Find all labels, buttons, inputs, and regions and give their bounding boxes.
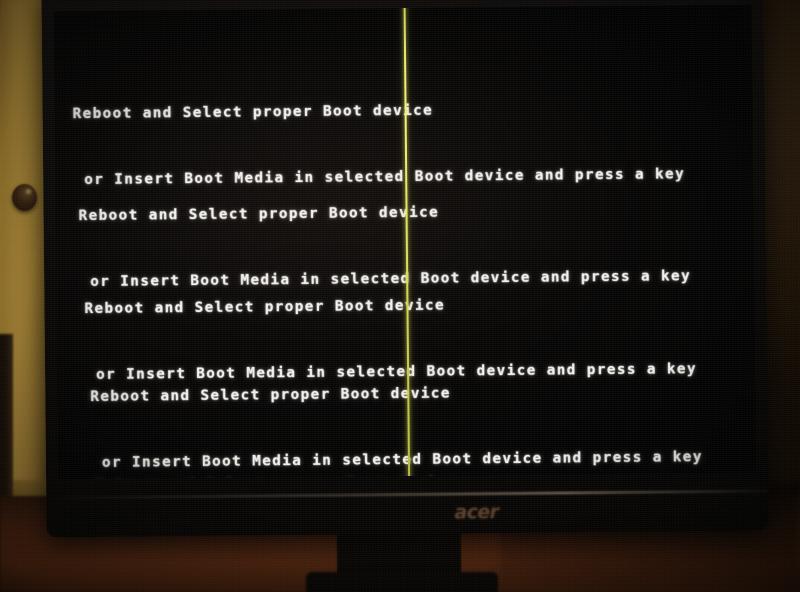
photo-scene: Reboot and Select proper Boot device or … <box>0 0 800 592</box>
bios-line-primary: Reboot and Select proper Boot device <box>90 385 451 406</box>
left-wall-highlight <box>10 0 44 540</box>
monitor-stand-base <box>306 572 498 592</box>
bios-line-primary: Reboot and Select proper Boot device <box>72 102 434 123</box>
monitor-bezel: Reboot and Select proper Boot device or … <box>41 0 769 538</box>
bios-line-primary: Reboot and Select proper Boot device <box>78 204 440 225</box>
bios-line-primary: Reboot and Select proper Boot device <box>84 297 446 318</box>
acer-logo: acer <box>454 501 499 524</box>
wall-knob <box>12 184 37 211</box>
wall-knob-highlight <box>26 189 31 194</box>
bezel-highlight <box>46 489 769 500</box>
monitor-screen: Reboot and Select proper Boot device or … <box>53 4 757 480</box>
